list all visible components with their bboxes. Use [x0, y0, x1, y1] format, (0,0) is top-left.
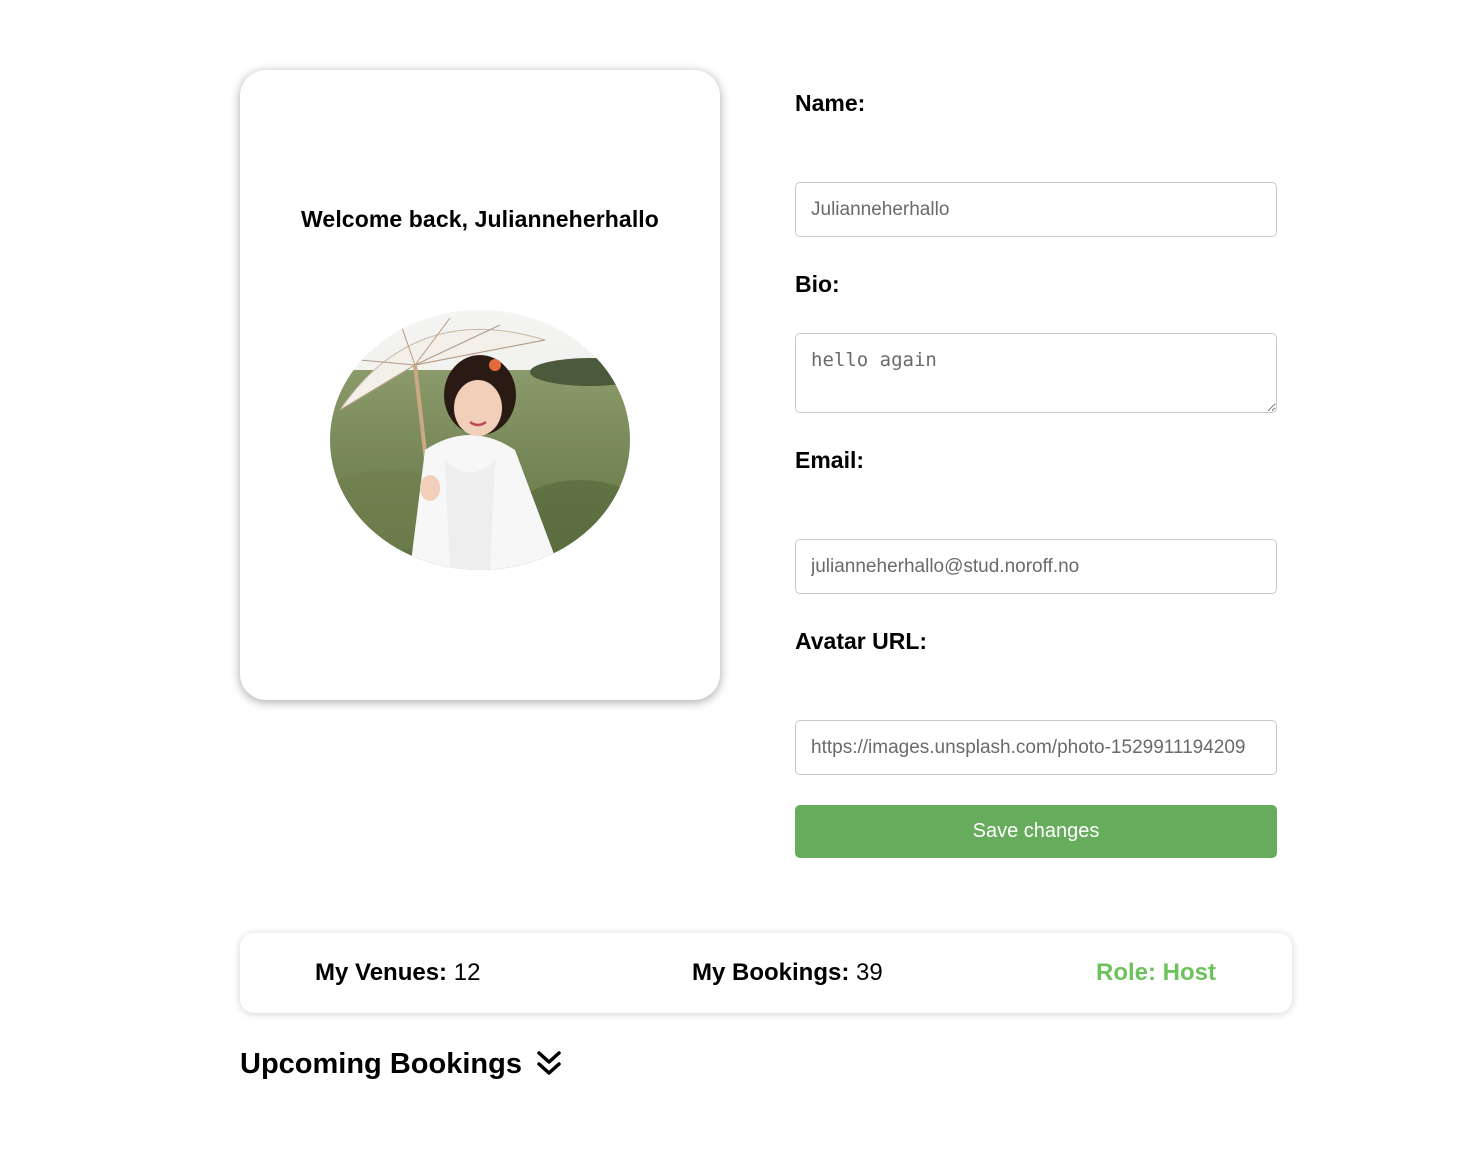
my-venues-count: 12	[453, 959, 481, 986]
email-input[interactable]	[795, 539, 1277, 594]
upcoming-bookings-toggle[interactable]: Upcoming Bookings	[240, 1040, 562, 1088]
avatar-url-input[interactable]	[795, 720, 1277, 775]
my-venues-stat[interactable]: My Venues: 12	[315, 933, 480, 1013]
my-venues-label: My Venues:	[315, 959, 448, 986]
my-bookings-count: 39	[856, 959, 883, 986]
chevron-double-down-icon	[536, 1050, 562, 1078]
my-bookings-label: My Bookings:	[692, 959, 850, 986]
avatar-photo	[330, 310, 630, 570]
bio-textarea[interactable]: hello again	[795, 333, 1277, 413]
role-badge: Role: Host	[1096, 959, 1216, 986]
name-input[interactable]	[795, 182, 1277, 237]
my-bookings-stat[interactable]: My Bookings: 39	[692, 933, 883, 1013]
avatar-url-label: Avatar URL:	[795, 628, 928, 654]
profile-card: Welcome back, Julianneherhallo	[240, 70, 720, 700]
save-changes-button[interactable]: Save changes	[795, 805, 1277, 858]
stats-bar: My Venues: 12 My Bookings: 39 Role: Host	[240, 933, 1292, 1013]
bio-label: Bio:	[795, 271, 840, 297]
avatar	[330, 310, 630, 570]
name-label: Name:	[795, 90, 866, 116]
upcoming-bookings-title: Upcoming Bookings	[240, 1047, 522, 1080]
email-label: Email:	[795, 447, 865, 473]
welcome-heading: Welcome back, Julianneherhallo	[301, 206, 659, 232]
